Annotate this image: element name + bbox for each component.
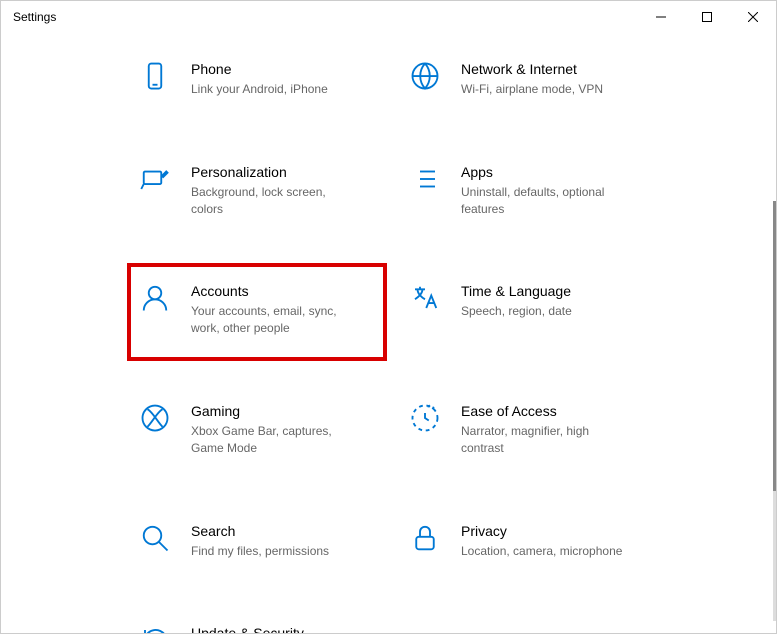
category-description: Uninstall, defaults, optional features <box>461 184 631 218</box>
category-personalization[interactable]: Personalization Background, lock screen, … <box>131 156 391 226</box>
category-title: Network & Internet <box>461 61 603 77</box>
category-apps[interactable]: Apps Uninstall, defaults, optional featur… <box>401 156 661 226</box>
titlebar: Settings <box>1 1 776 33</box>
category-phone[interactable]: Phone Link your Android, iPhone <box>131 53 391 106</box>
scrollbar-thumb[interactable] <box>773 201 776 491</box>
category-description: Background, lock screen, colors <box>191 184 361 218</box>
category-title: Update & Security <box>191 625 361 633</box>
sync-icon <box>139 625 171 633</box>
settings-grid: Phone Link your Android, iPhone Network & … <box>131 53 776 633</box>
globe-icon <box>409 61 441 93</box>
lock-icon <box>409 523 441 555</box>
category-accounts[interactable]: Accounts Your accounts, email, sync, work… <box>127 263 387 361</box>
category-text: Apps Uninstall, defaults, optional featur… <box>461 164 631 218</box>
category-title: Accounts <box>191 283 361 299</box>
category-title: Ease of Access <box>461 403 631 419</box>
category-description: Link your Android, iPhone <box>191 81 328 98</box>
window-title: Settings <box>13 10 638 24</box>
category-title: Apps <box>461 164 631 180</box>
maximize-button[interactable] <box>684 1 730 33</box>
category-search[interactable]: Search Find my files, permissions <box>131 515 391 568</box>
category-title: Search <box>191 523 329 539</box>
category-text: Gaming Xbox Game Bar, captures, Game Mode <box>191 403 361 457</box>
minimize-button[interactable] <box>638 1 684 33</box>
phone-icon <box>139 61 171 93</box>
xbox-icon <box>139 403 171 435</box>
category-text: Search Find my files, permissions <box>191 523 329 560</box>
category-description: Your accounts, email, sync, work, other … <box>191 303 361 337</box>
category-text: Network & Internet Wi-Fi, airplane mode, … <box>461 61 603 98</box>
content-area: Phone Link your Android, iPhone Network & … <box>1 33 776 633</box>
category-text: Update & SecurityWindows Update, recover… <box>191 625 361 633</box>
category-title: Gaming <box>191 403 361 419</box>
search-icon <box>139 523 171 555</box>
category-description: Wi-Fi, airplane mode, VPN <box>461 81 603 98</box>
category-privacy[interactable]: Privacy Location, camera, microphone <box>401 515 661 568</box>
category-network[interactable]: Network & Internet Wi-Fi, airplane mode, … <box>401 53 661 106</box>
close-button[interactable] <box>730 1 776 33</box>
list-icon <box>409 164 441 196</box>
category-text: Ease of Access Narrator, magnifier, high … <box>461 403 631 457</box>
category-update[interactable]: Update & SecurityWindows Update, recover… <box>131 617 391 633</box>
category-text: Accounts Your accounts, email, sync, work… <box>191 283 361 337</box>
category-text: Personalization Background, lock screen, … <box>191 164 361 218</box>
window-controls <box>638 1 776 33</box>
category-description: Speech, region, date <box>461 303 572 320</box>
ease-icon <box>409 403 441 435</box>
category-title: Phone <box>191 61 328 77</box>
translate-icon <box>409 283 441 315</box>
person-icon <box>139 283 171 315</box>
category-title: Personalization <box>191 164 361 180</box>
category-description: Xbox Game Bar, captures, Game Mode <box>191 423 361 457</box>
category-title: Privacy <box>461 523 622 539</box>
category-time[interactable]: Time & Language Speech, region, date <box>401 275 661 345</box>
category-description: Narrator, magnifier, high contrast <box>461 423 631 457</box>
category-text: Privacy Location, camera, microphone <box>461 523 622 560</box>
category-gaming[interactable]: Gaming Xbox Game Bar, captures, Game Mode <box>131 395 391 465</box>
category-ease[interactable]: Ease of Access Narrator, magnifier, high … <box>401 395 661 465</box>
category-text: Time & Language Speech, region, date <box>461 283 572 337</box>
category-description: Find my files, permissions <box>191 543 329 560</box>
category-title: Time & Language <box>461 283 572 299</box>
category-description: Location, camera, microphone <box>461 543 622 560</box>
paint-icon <box>139 164 171 196</box>
category-text: Phone Link your Android, iPhone <box>191 61 328 98</box>
